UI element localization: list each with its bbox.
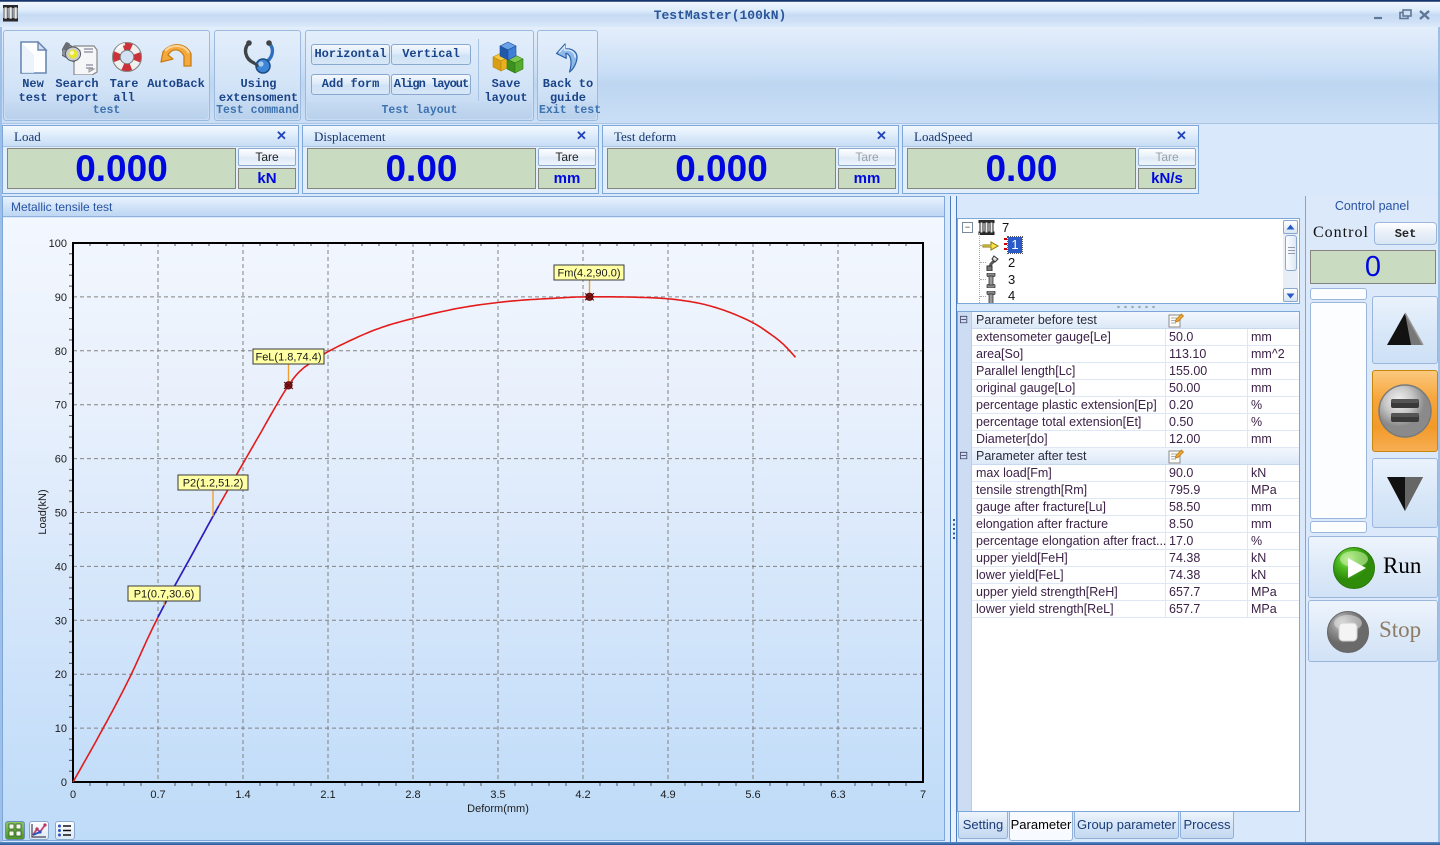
- svg-text:P2(1.2,51.2): P2(1.2,51.2): [183, 478, 244, 490]
- svg-text:80: 80: [55, 346, 67, 358]
- svg-text:Load(kN): Load(kN): [37, 489, 49, 534]
- svg-text:0: 0: [61, 777, 67, 789]
- svg-text:100: 100: [49, 238, 67, 250]
- svg-text:7: 7: [920, 789, 926, 801]
- svg-text:30: 30: [55, 615, 67, 627]
- svg-text:FeL(1.8,74.4): FeL(1.8,74.4): [255, 352, 321, 364]
- svg-text:P1(0.7,30.6): P1(0.7,30.6): [134, 589, 195, 601]
- svg-text:0.7: 0.7: [150, 789, 165, 801]
- svg-text:Deform(mm): Deform(mm): [467, 803, 529, 815]
- svg-text:60: 60: [55, 454, 67, 466]
- svg-text:70: 70: [55, 400, 67, 412]
- svg-text:50: 50: [55, 508, 67, 520]
- svg-text:2.1: 2.1: [320, 789, 335, 801]
- svg-text:3.5: 3.5: [490, 789, 505, 801]
- svg-text:40: 40: [55, 561, 67, 573]
- svg-text:Fm(4.2,90.0): Fm(4.2,90.0): [558, 268, 621, 280]
- svg-text:5.6: 5.6: [745, 789, 760, 801]
- svg-text:1.4: 1.4: [235, 789, 250, 801]
- svg-text:4.2: 4.2: [575, 789, 590, 801]
- svg-text:10: 10: [55, 723, 67, 735]
- svg-text:0: 0: [70, 789, 76, 801]
- svg-text:20: 20: [55, 669, 67, 681]
- svg-text:4.9: 4.9: [660, 789, 675, 801]
- svg-text:90: 90: [55, 292, 67, 304]
- svg-text:6.3: 6.3: [830, 789, 845, 801]
- svg-text:2.8: 2.8: [405, 789, 420, 801]
